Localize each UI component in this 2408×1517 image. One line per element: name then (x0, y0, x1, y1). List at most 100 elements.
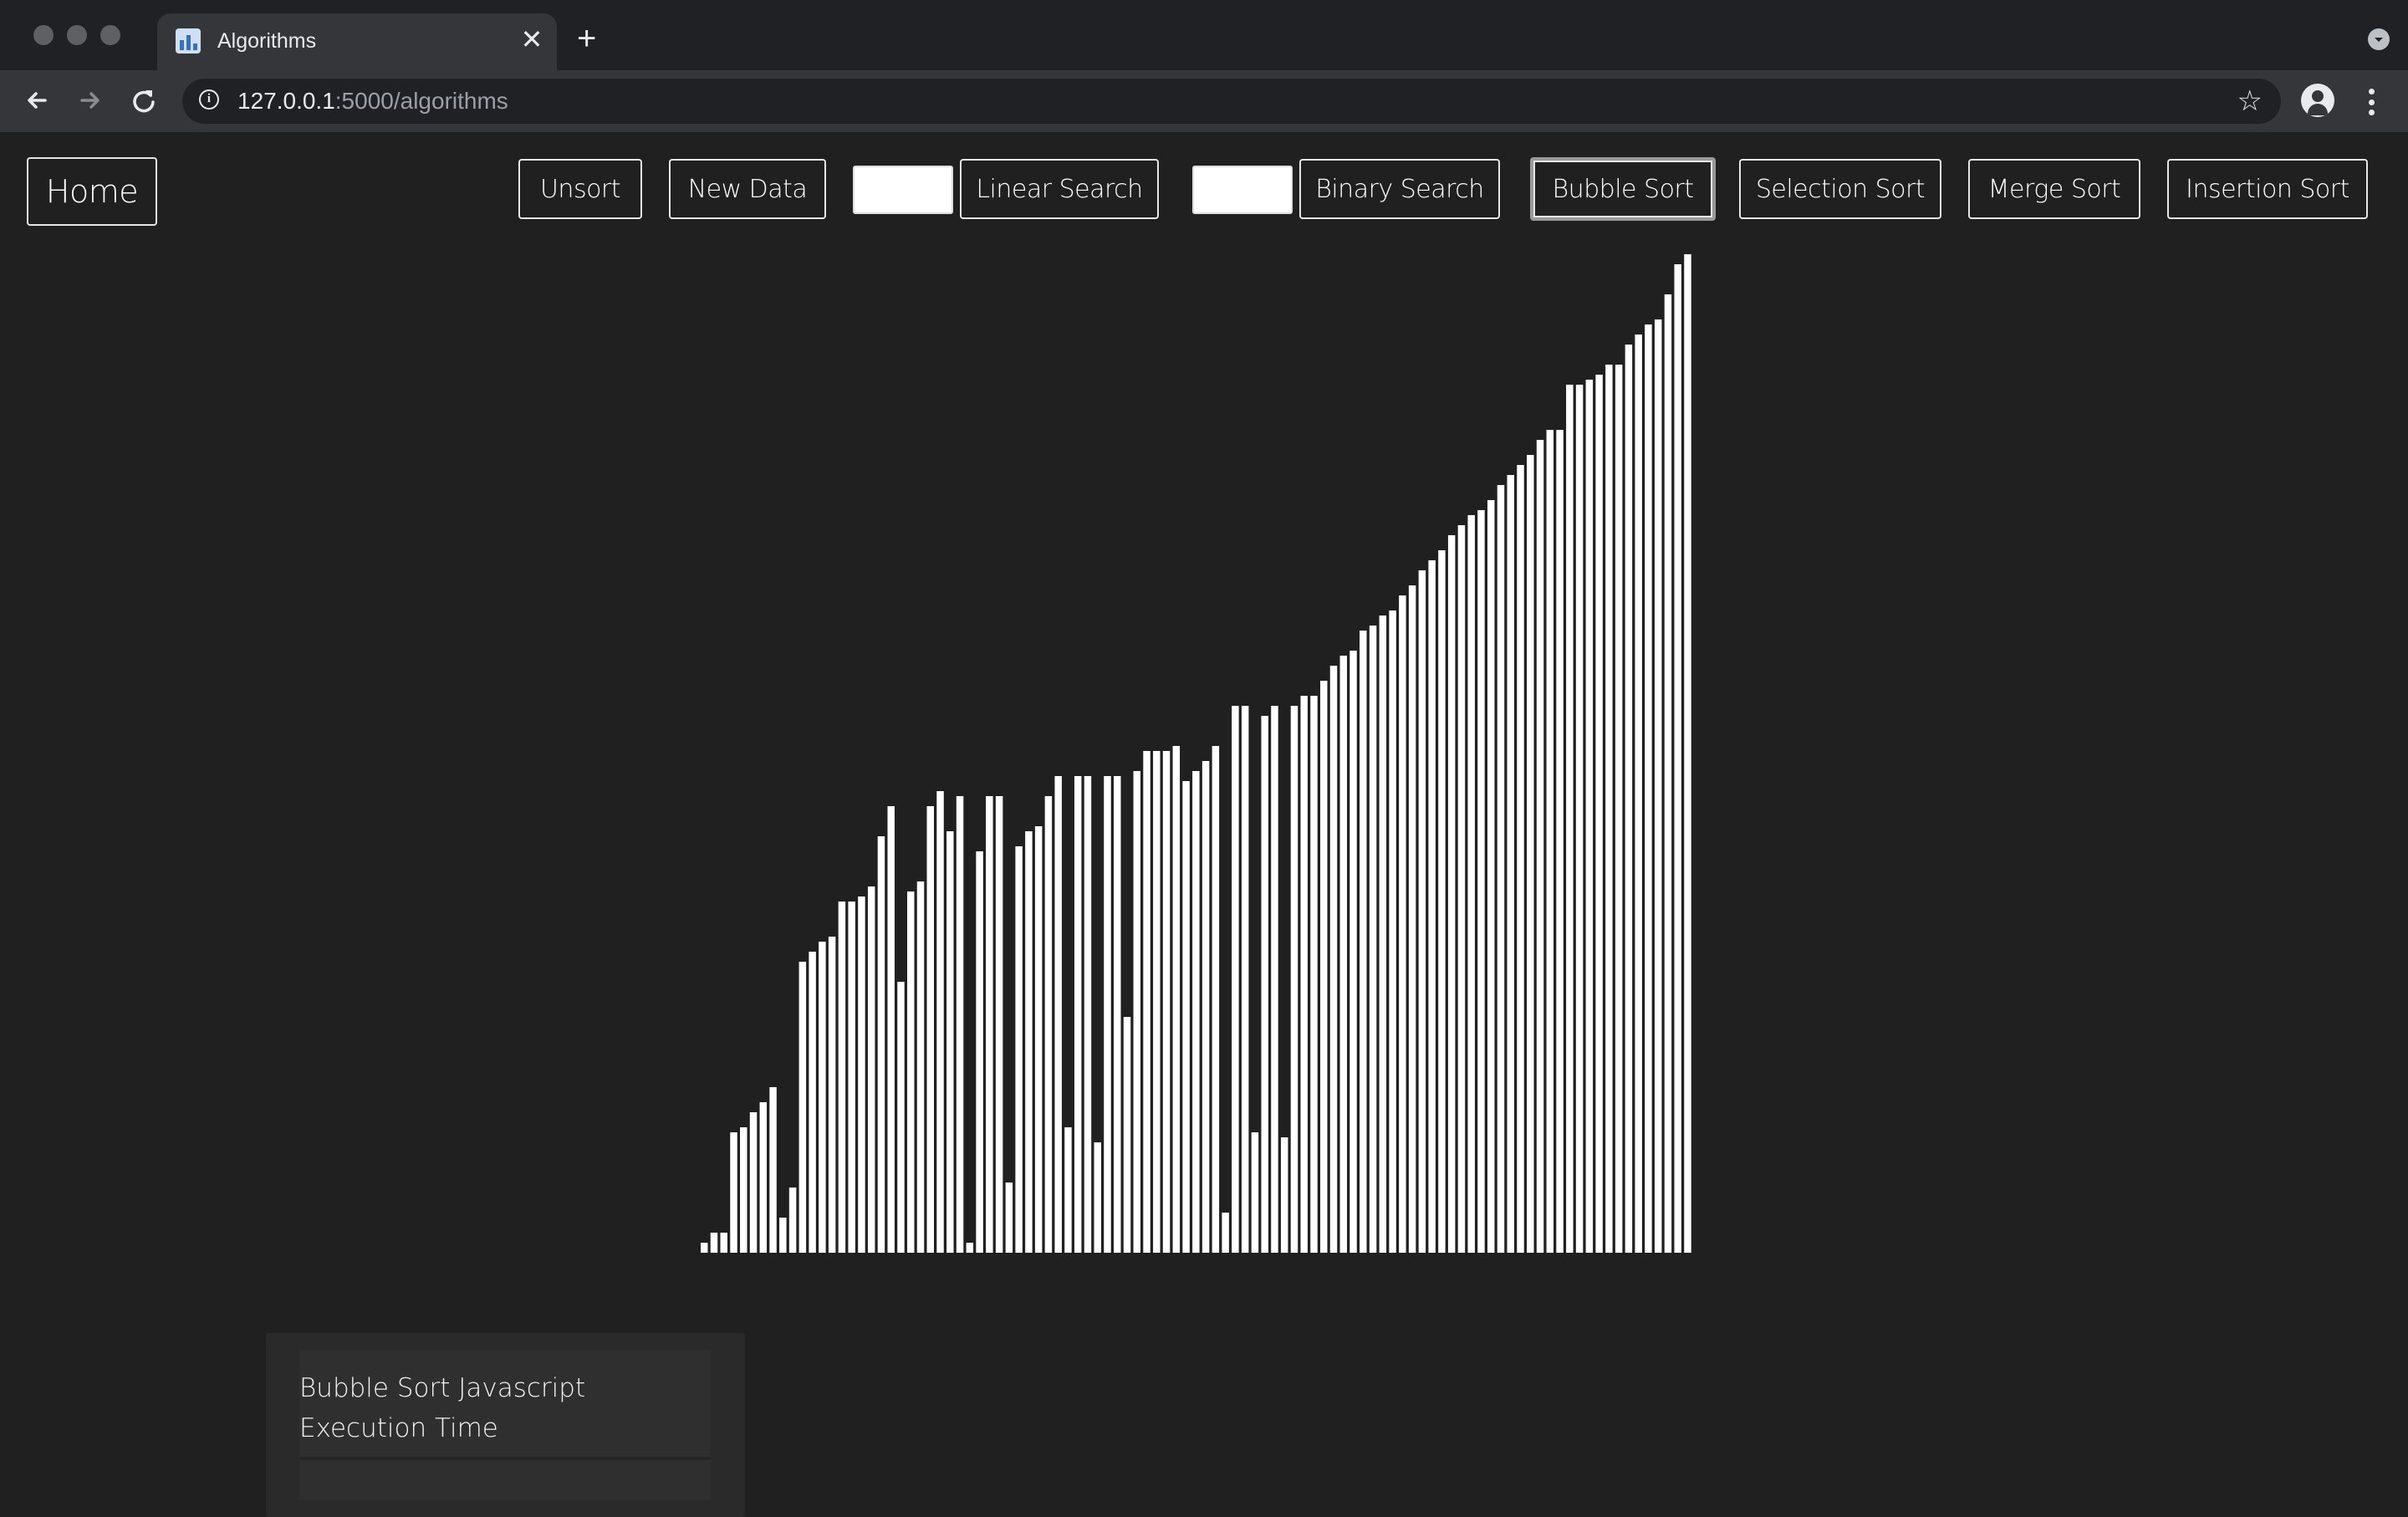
bar-chart-favicon-icon (176, 28, 201, 54)
array-bar (1034, 826, 1043, 1253)
array-bar (1438, 550, 1446, 1253)
array-bar (1654, 319, 1662, 1253)
array-bar (1457, 525, 1466, 1253)
array-bar (1162, 751, 1171, 1253)
browser-tab-strip: Algorithms ✕ + (0, 0, 2408, 70)
browser-tab-algorithms[interactable]: Algorithms ✕ (157, 13, 557, 70)
array-bar (966, 1243, 974, 1253)
array-bar (1015, 846, 1023, 1253)
array-bar (1044, 796, 1053, 1253)
url-text[interactable]: 127.0.0.1:5000/algorithms (237, 88, 508, 115)
array-bar (1153, 751, 1161, 1253)
array-bar (1261, 716, 1268, 1253)
close-tab-icon[interactable]: ✕ (517, 25, 547, 55)
array-bar (749, 1112, 758, 1253)
array-bar (956, 796, 964, 1253)
array-bar (1408, 585, 1416, 1253)
array-bar (1290, 706, 1298, 1253)
array-bar (1418, 570, 1426, 1253)
array-bar (1054, 776, 1062, 1253)
array-bar (1212, 746, 1220, 1253)
array-bar (710, 1233, 718, 1253)
array-bar (1192, 771, 1200, 1253)
array-bar (1114, 776, 1121, 1253)
array-bar (1369, 626, 1377, 1253)
address-bar[interactable]: i 127.0.0.1:5000/algorithms ☆ (182, 79, 2281, 124)
array-bar (828, 937, 836, 1253)
array-bar (1605, 365, 1613, 1253)
array-bar (1556, 430, 1564, 1253)
array-bar (720, 1233, 727, 1253)
array-bar (788, 1188, 797, 1253)
array-bar (1329, 666, 1338, 1253)
array-bar (1201, 761, 1210, 1253)
array-bar (819, 942, 826, 1253)
array-bar (916, 881, 925, 1253)
array-bar (1389, 610, 1396, 1253)
array-bar (1133, 771, 1141, 1253)
array-bar (1222, 1213, 1229, 1253)
array-bar (1615, 365, 1623, 1253)
forward-arrow-icon[interactable] (72, 82, 109, 119)
new-tab-button[interactable]: + (577, 22, 596, 55)
array-bar (1064, 1127, 1072, 1253)
array-bar (1005, 1182, 1013, 1253)
array-bar (995, 796, 1003, 1253)
array-bar (1625, 345, 1633, 1253)
bookmark-star-icon[interactable]: ☆ (2237, 86, 2263, 116)
array-bar (858, 896, 865, 1253)
array-bar (809, 952, 816, 1253)
window-minimize-dot[interactable] (67, 25, 87, 45)
array-bar (1487, 500, 1495, 1253)
array-bar (1241, 706, 1249, 1253)
array-bar (1360, 631, 1367, 1253)
array-bar (1074, 776, 1082, 1253)
array-bar (867, 886, 875, 1253)
array-bar (1232, 706, 1239, 1253)
array-bar (701, 1243, 708, 1253)
array-bar (1536, 440, 1544, 1253)
array-bar (1399, 595, 1406, 1253)
array-bar (1595, 375, 1603, 1253)
array-bar (1527, 455, 1534, 1253)
array-bar (897, 982, 905, 1253)
url-path: :5000/algorithms (334, 88, 508, 114)
array-bar (1300, 696, 1308, 1253)
array-bar (1664, 294, 1672, 1253)
window-zoom-dot[interactable] (100, 25, 120, 45)
array-bar (798, 962, 807, 1253)
array-bar (1566, 385, 1574, 1253)
card-divider (299, 1457, 711, 1460)
array-bar (1684, 254, 1691, 1253)
array-bar (946, 831, 954, 1253)
array-bar (1635, 335, 1642, 1253)
browser-toolbar: i 127.0.0.1:5000/algorithms ☆ (0, 70, 2408, 133)
array-bar (848, 902, 855, 1253)
reload-icon[interactable] (125, 82, 162, 119)
array-bar (1280, 1137, 1288, 1253)
array-bar (1517, 465, 1524, 1253)
array-bar (1447, 535, 1456, 1253)
profile-icon[interactable] (2301, 84, 2334, 117)
window-close-dot[interactable] (33, 25, 54, 45)
array-bar (730, 1132, 737, 1253)
array-bar (907, 891, 915, 1253)
array-bar (1320, 681, 1328, 1253)
array-bar (877, 836, 885, 1253)
url-host: 127.0.0.1 (237, 88, 335, 114)
array-bar (1428, 560, 1436, 1253)
info-icon[interactable]: i (199, 89, 219, 110)
array-bar (986, 796, 993, 1253)
array-bar (1546, 430, 1554, 1253)
array-bar (1575, 385, 1584, 1253)
array-bar (1477, 510, 1485, 1253)
tab-search-icon[interactable] (2368, 28, 2390, 50)
array-bar (740, 1127, 747, 1253)
kebab-menu-icon[interactable] (2363, 85, 2380, 119)
back-arrow-icon[interactable] (18, 82, 55, 119)
array-bar (1025, 831, 1033, 1253)
array-bar (1467, 515, 1475, 1253)
array-bar (1143, 751, 1150, 1253)
array-bar (1645, 324, 1652, 1253)
array-bar (1497, 485, 1505, 1253)
